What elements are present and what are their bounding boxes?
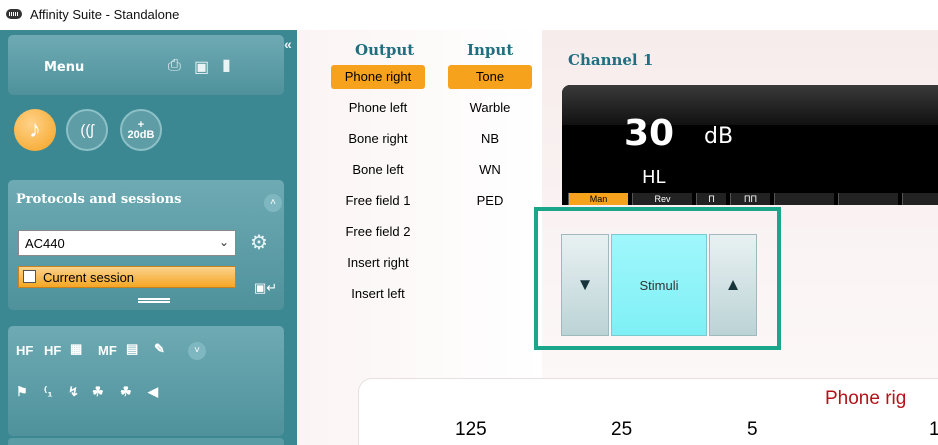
rev-toggle[interactable]: Rev [632,193,692,205]
channel-title: Channel 1 [568,51,654,69]
menu-section: Menu ⎙ ▣ ▮ [8,35,284,95]
plus-20db-button[interactable]: + 20dB [120,109,162,151]
display-slot [838,193,898,205]
frequency-label: 5 [747,419,758,440]
output-header: Output [355,41,415,59]
output-free-field-1[interactable]: Free field 1 [331,189,425,213]
app-icon [6,9,22,19]
chevron-down-icon: ⌄ [218,235,229,249]
menu-label: Menu [44,60,85,75]
output-insert-right[interactable]: Insert right [331,251,425,275]
input-ped[interactable]: PED [448,189,532,213]
input-tone[interactable]: Tone [448,65,532,89]
level-display: 30 dB HL Man Rev Π ΠΠ [562,85,938,205]
input-nb[interactable]: NB [448,127,532,151]
protocol-select[interactable]: AC440 ⌄ [18,230,236,256]
triangle-up-icon: ▲ [724,275,742,294]
window-title: Affinity Suite - Standalone [30,7,180,22]
hf-z-button[interactable]: HF [44,343,61,358]
triangle-down-icon: ▼ [576,275,594,294]
numbers-icon[interactable]: ⁽₁ [44,384,53,400]
current-session-row[interactable]: Current session [18,266,236,288]
stimuli-control: ▼ Stimuli ▲ [561,234,759,336]
level-unit: dB [704,124,734,149]
title-bar: Affinity Suite - Standalone [0,0,938,30]
chevron-up-icon[interactable]: ˄ [264,194,282,212]
left-panel: « Menu ⎙ ▣ ▮ ♪ ((ʃ + 20dB Protocols and … [0,30,297,445]
stimuli-button[interactable]: Stimuli [611,234,707,336]
mask-icon[interactable]: ☘ [92,384,104,400]
frequency-label: 125 [455,419,487,440]
protocols-title: Protocols and sessions [16,192,182,207]
speech-icon: ((ʃ [80,121,94,139]
hf-button[interactable]: HF [16,343,33,358]
output-bone-right[interactable]: Bone right [331,127,425,151]
display-header [562,85,938,125]
tone-icon: ♪ [29,116,41,143]
input-warble[interactable]: Warble [448,96,532,120]
level-down-button[interactable]: ▼ [561,234,609,336]
flag-icon[interactable]: ⚑ [16,384,28,400]
exit-icon[interactable]: ▮ [222,55,231,75]
tone-test-button[interactable]: ♪ [14,109,56,151]
masking-a-icon[interactable]: ☘ [120,384,132,400]
mf-button[interactable]: MF [98,343,117,358]
collapse-panel-button[interactable]: « [284,36,292,52]
bottom-section [8,438,284,445]
multi-pulse-toggle[interactable]: ΠΠ [730,193,770,205]
level-scale: HL [642,167,666,188]
audiogram-panel: Phone rig 125 25 5 1 [358,378,938,445]
chevron-down-icon[interactable]: ˅ [188,342,206,360]
audiogram-icon[interactable]: ▦ [70,341,82,357]
level-value: 30 [624,113,675,154]
output-bone-left[interactable]: Bone left [331,158,425,182]
graph-icon[interactable]: ↯ [68,384,79,400]
resize-grip[interactable] [138,298,170,303]
audiogram-title: Phone rig [825,388,907,409]
level-up-button[interactable]: ▲ [709,234,757,336]
display-slot [902,193,938,205]
session-transfer-icon[interactable]: ▣↵ [254,280,277,296]
input-wn[interactable]: WN [448,158,532,182]
print-icon[interactable]: ⎙ [168,57,181,75]
protocol-value: AC440 [25,236,65,251]
lock-icon[interactable]: ▤ [126,341,138,357]
output-insert-left[interactable]: Insert left [331,282,425,306]
frequency-label: 1 [929,419,938,440]
input-header: Input [467,41,514,59]
display-slot [774,193,834,205]
save-icon[interactable]: ▣ [194,57,209,77]
man-toggle[interactable]: Man [568,193,628,205]
edit-icon[interactable]: ✎ [154,341,165,357]
frequency-label: 25 [611,419,633,440]
output-phone-right[interactable]: Phone right [331,65,425,89]
single-pulse-toggle[interactable]: Π [696,193,726,205]
speaker-icon[interactable]: ◀ [148,384,158,400]
gear-icon[interactable]: ⚙ [250,230,268,255]
tools-section: HF HF ▦ MF ▤ ✎ ˅ ⚑ ⁽₁ ↯ ☘ ☘ ◀ [8,326,284,436]
output-phone-left[interactable]: Phone left [331,96,425,120]
session-checkbox[interactable] [23,270,36,283]
plus-20db-label: 20dB [127,129,155,141]
speech-test-button[interactable]: ((ʃ [66,109,108,151]
session-label: Current session [43,270,135,285]
output-free-field-2[interactable]: Free field 2 [331,220,425,244]
